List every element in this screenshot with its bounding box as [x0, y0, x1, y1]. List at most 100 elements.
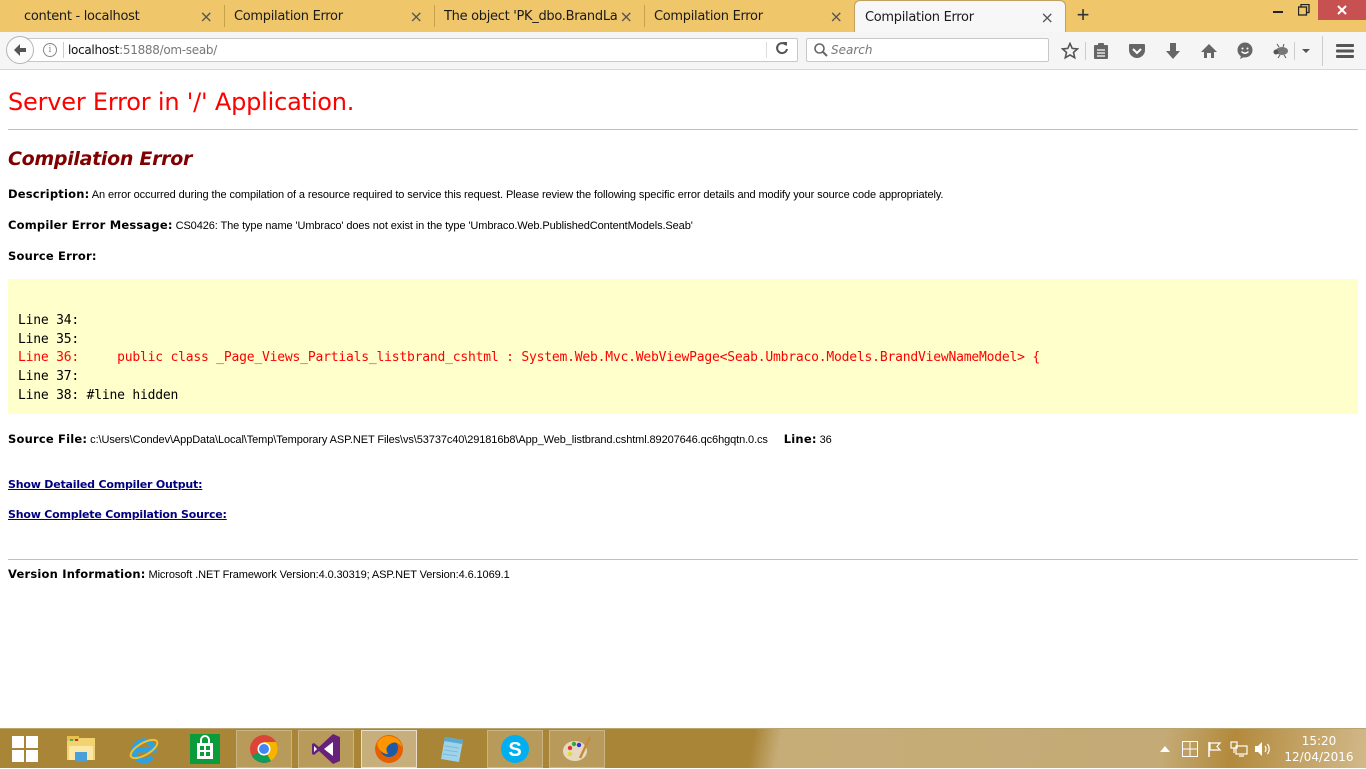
internet-explorer-icon — [129, 738, 159, 764]
title-divider — [8, 129, 1358, 130]
visual-studio-icon — [312, 734, 340, 764]
taskbar-notepad[interactable] — [424, 730, 480, 768]
search-icon — [814, 43, 828, 57]
pocket-icon[interactable] — [1126, 40, 1148, 62]
tab-compilation-error-1[interactable]: Compilation Error × — [224, 0, 434, 32]
error-subtitle: Compilation Error — [8, 148, 193, 170]
source-error-row: Source Error: — [8, 249, 97, 263]
tab-compilation-error-active[interactable]: Compilation Error × — [854, 0, 1066, 33]
windows-tray-icon — [1182, 741, 1198, 757]
bookmark-star-icon[interactable] — [1059, 40, 1081, 62]
source-code-block: Line 34: Line 35: Line 36: public class … — [8, 279, 1358, 414]
action-center-flag-icon[interactable] — [1205, 729, 1225, 769]
tab-content-localhost[interactable]: content - localhost × — [0, 0, 224, 32]
back-button[interactable] — [6, 36, 34, 64]
show-compilation-source-link[interactable]: Show Complete Compilation Source: — [8, 508, 227, 521]
chat-icon[interactable] — [1234, 40, 1256, 62]
tray-windows-icon[interactable] — [1180, 729, 1200, 769]
taskbar-store[interactable] — [177, 730, 233, 768]
toolbar-separator — [1294, 42, 1295, 60]
url-bar[interactable]: i localhost:51888/om-seab/ — [20, 38, 798, 62]
chevron-up-icon — [1160, 746, 1170, 752]
code-line: Line 37: — [18, 369, 80, 384]
tab-label: content - localhost — [24, 8, 140, 24]
clock-time: 15:20 — [1301, 734, 1337, 748]
line-value: 36 — [819, 434, 832, 446]
version-divider — [8, 559, 1358, 560]
back-arrow-icon — [14, 44, 26, 56]
page-content: Server Error in '/' Application. Compila… — [0, 71, 1366, 728]
description-row: Description: An error occurred during th… — [8, 187, 943, 201]
line-label: Line: — [783, 432, 817, 446]
close-tab-icon[interactable]: × — [618, 7, 634, 26]
overflow-dropdown-icon[interactable] — [1297, 40, 1315, 62]
hamburger-menu-icon[interactable] — [1334, 40, 1356, 62]
store-icon — [190, 734, 220, 764]
description-text: An error occurred during the compilation… — [91, 189, 944, 201]
toolbar-separator — [1322, 36, 1323, 66]
start-button[interactable] — [0, 730, 50, 768]
compiler-message-text: CS0426: The type name 'Umbraco' does not… — [175, 220, 693, 232]
navigation-toolbar: i localhost:51888/om-seab/ — [0, 32, 1366, 70]
url-path: :51888/om-seab/ — [119, 43, 217, 57]
minimize-icon — [1273, 11, 1283, 13]
taskbar-skype[interactable]: S — [487, 730, 543, 768]
compiler-message-label: Compiler Error Message: — [8, 218, 173, 232]
taskbar-firefox[interactable] — [361, 730, 417, 768]
tab-label: Compilation Error — [865, 9, 974, 25]
tab-label: Compilation Error — [234, 8, 343, 24]
site-info-icon[interactable]: i — [43, 43, 57, 57]
chrome-icon — [250, 735, 278, 763]
url-text[interactable]: localhost:51888/om-seab/ — [68, 43, 217, 57]
version-info-row: Version Information: Microsoft .NET Fram… — [8, 567, 510, 581]
notepad-icon — [441, 737, 463, 762]
reload-icon[interactable] — [775, 41, 789, 59]
close-tab-icon[interactable]: × — [828, 7, 844, 26]
search-bar[interactable] — [806, 38, 1049, 62]
close-icon — [1337, 5, 1347, 15]
show-compiler-output-link[interactable]: Show Detailed Compiler Output: — [8, 478, 203, 491]
taskbar-file-explorer[interactable] — [53, 730, 109, 768]
version-info-text: Microsoft .NET Framework Version:4.0.303… — [148, 569, 510, 581]
clock-date: 12/04/2016 — [1284, 750, 1354, 764]
bug-extension-icon[interactable] — [1270, 40, 1292, 62]
tab-compilation-error-2[interactable]: Compilation Error × — [644, 0, 854, 32]
close-tab-icon[interactable]: × — [198, 7, 214, 26]
tab-object-pk-error[interactable]: The object 'PK_dbo.BrandLan... × — [434, 0, 644, 32]
code-line-error: Line 36: public class _Page_Views_Partia… — [18, 350, 1040, 365]
description-label: Description: — [8, 187, 90, 201]
taskbar-internet-explorer[interactable] — [116, 730, 172, 768]
source-error-label: Source Error: — [8, 249, 97, 263]
version-info-label: Version Information: — [8, 567, 146, 581]
network-icon[interactable] — [1228, 729, 1250, 769]
code-line: Line 35: — [18, 332, 80, 347]
close-window-button[interactable] — [1318, 0, 1366, 20]
firefox-icon — [375, 735, 403, 763]
download-icon[interactable] — [1162, 40, 1184, 62]
taskbar-chrome[interactable] — [236, 730, 292, 768]
close-tab-icon[interactable]: × — [1039, 8, 1055, 27]
paint-icon — [563, 736, 592, 761]
tab-label: The object 'PK_dbo.BrandLan... — [444, 8, 618, 24]
skype-icon: S — [501, 735, 529, 763]
file-explorer-icon — [67, 736, 95, 762]
source-file-label: Source File: — [8, 432, 88, 446]
new-tab-button[interactable]: + — [1072, 4, 1094, 26]
reading-list-icon[interactable] — [1090, 40, 1112, 62]
close-tab-icon[interactable]: × — [408, 7, 424, 26]
reload-separator — [766, 42, 767, 58]
show-hidden-icons-button[interactable] — [1158, 729, 1172, 769]
source-file-row: Source File: c:\Users\Condev\AppData\Loc… — [8, 432, 832, 446]
svg-text:S: S — [508, 739, 521, 761]
code-line: Line 34: — [18, 313, 80, 328]
system-clock[interactable]: 15:20 12/04/2016 — [1280, 733, 1358, 765]
volume-icon[interactable] — [1252, 729, 1274, 769]
page-title: Server Error in '/' Application. — [8, 88, 355, 116]
restore-button[interactable] — [1292, 0, 1316, 20]
home-icon[interactable] — [1198, 40, 1220, 62]
tab-label: Compilation Error — [654, 8, 763, 24]
search-input[interactable] — [831, 40, 1041, 60]
taskbar-visual-studio[interactable] — [298, 730, 354, 768]
taskbar-paint[interactable] — [549, 730, 605, 768]
minimize-button[interactable] — [1266, 0, 1290, 20]
